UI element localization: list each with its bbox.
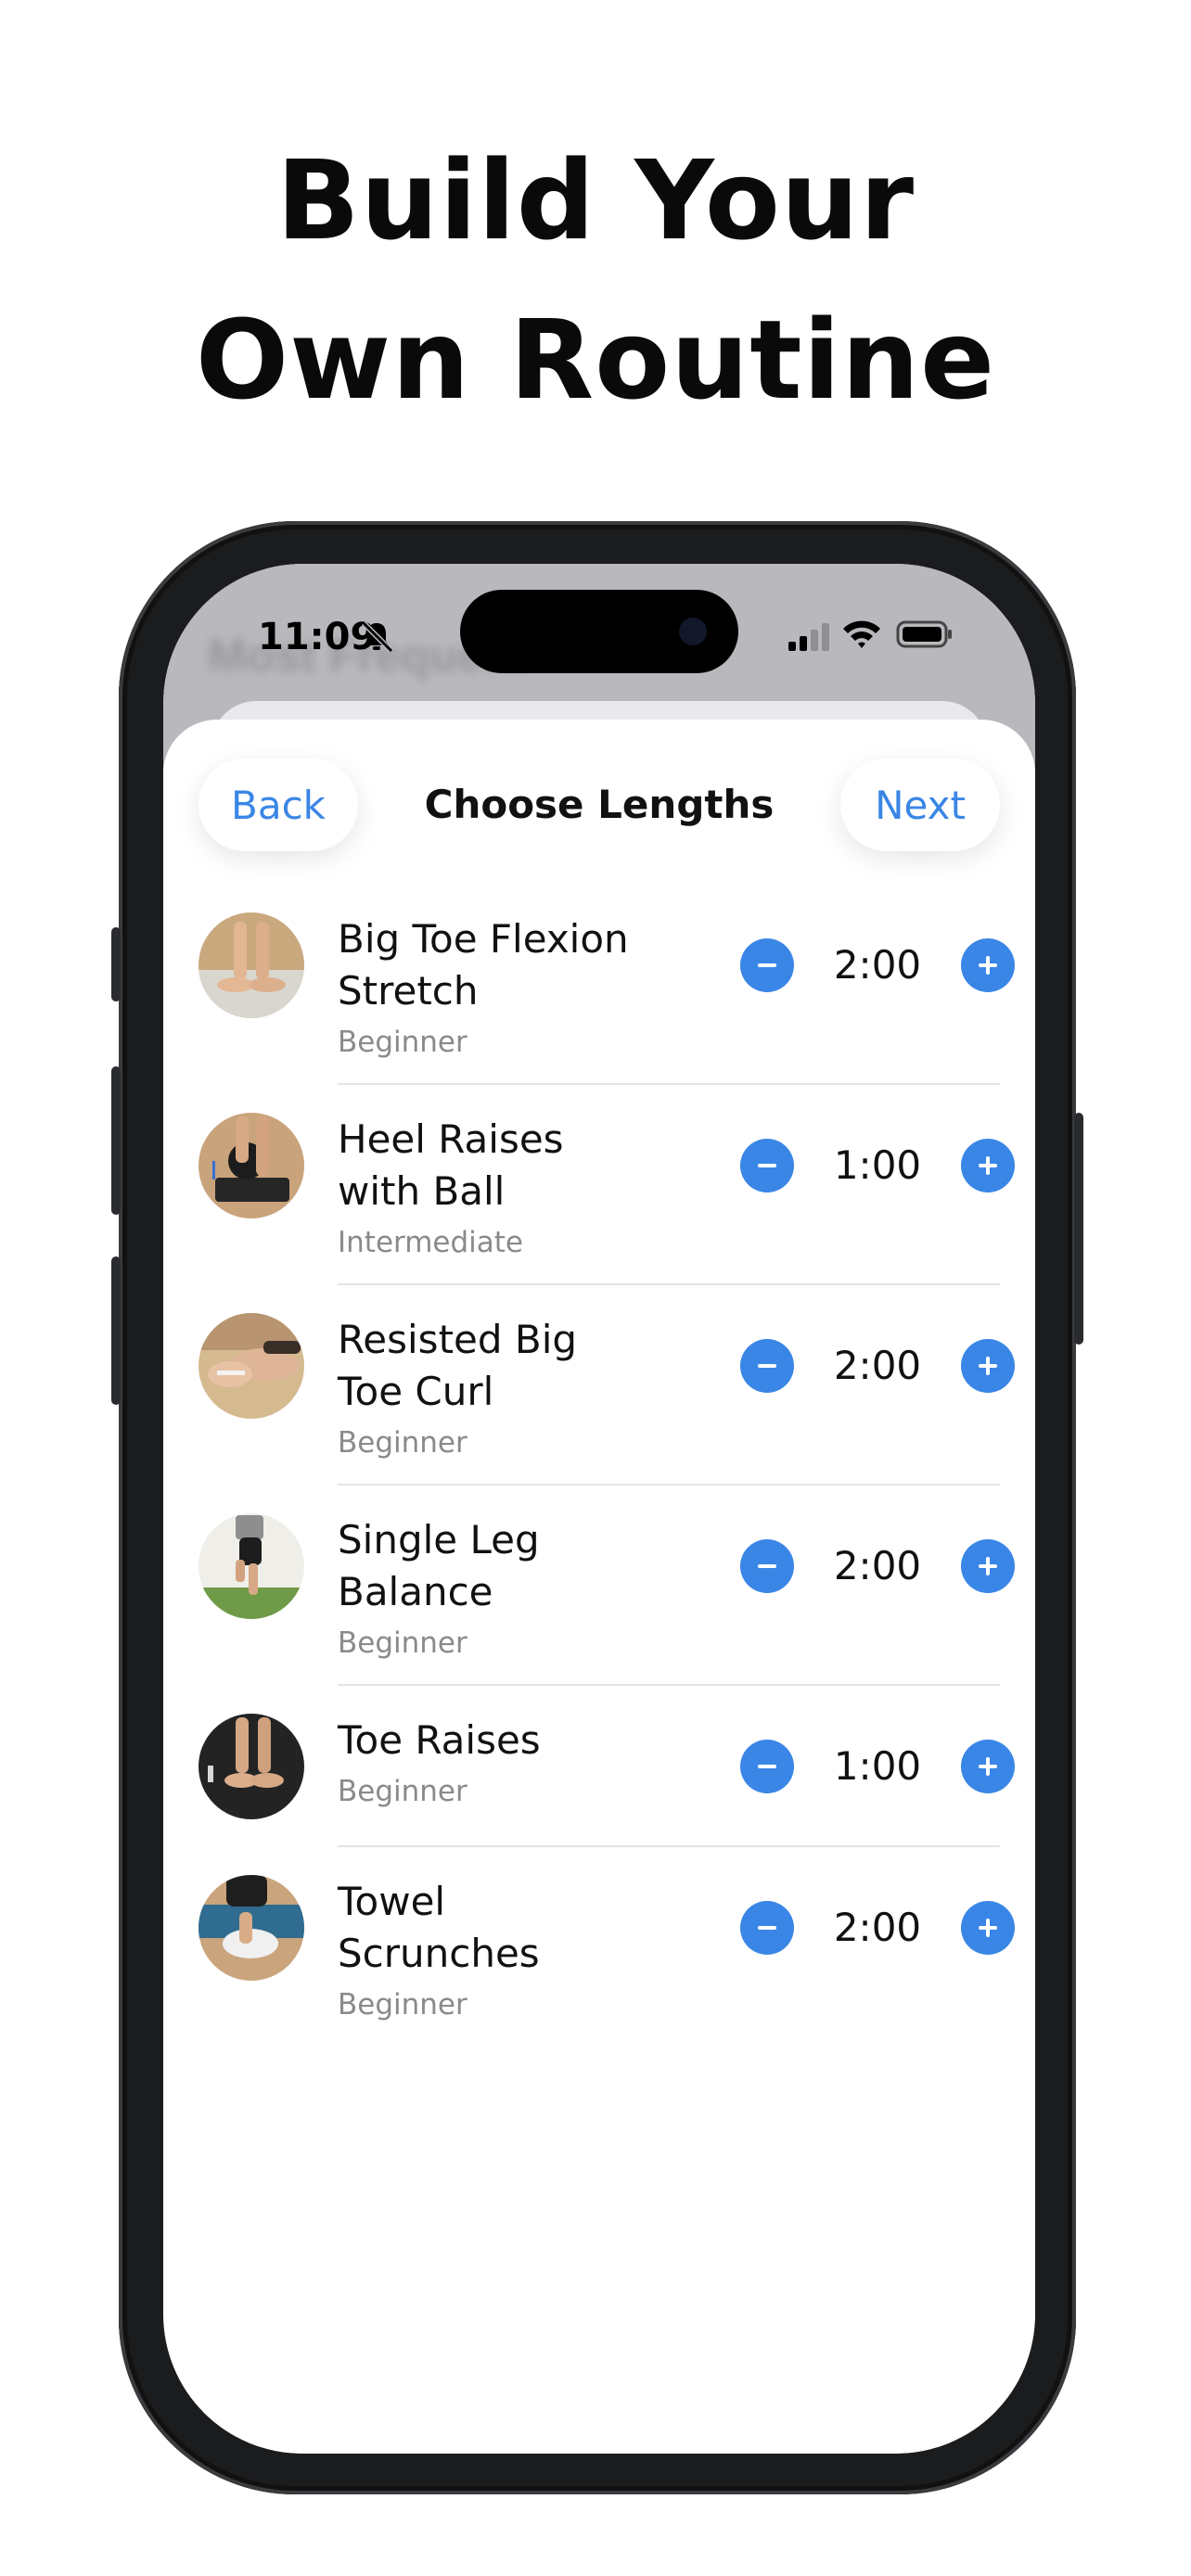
row-divider [338,1845,1000,1847]
exercise-title-line-1: Heel Raises [338,1116,564,1162]
row-divider [338,1684,1000,1686]
exercise-title-line-1: Toe Raises [338,1717,541,1763]
exercise-thumbnail [198,1714,304,1819]
exercise-title-line-2: Toe Curl [338,1369,494,1414]
plus-icon [979,956,997,975]
exercise-level: Beginner [338,1988,467,2021]
decrease-duration-button[interactable] [740,1901,794,1955]
exercise-level: Beginner [338,1426,467,1460]
headline-line-2: Own Routine [195,296,996,424]
increase-duration-button[interactable] [961,1901,1015,1955]
increase-duration-button[interactable] [961,1740,1015,1793]
decrease-duration-button[interactable] [740,938,794,992]
increase-duration-button[interactable] [961,1139,1015,1192]
minus-icon [758,1364,776,1368]
headline-line-1: Build Your [275,136,916,264]
decrease-duration-button[interactable] [740,1139,794,1192]
exercise-title-line-1: Big Toe Flexion [338,916,629,962]
minus-icon [758,1564,776,1568]
row-divider [338,1283,1000,1285]
increase-duration-button[interactable] [961,1539,1015,1593]
minus-icon [758,963,776,967]
exercise-thumbnail [198,1513,304,1619]
volume-up-button [111,1066,121,1215]
exercise-title-line-2: Balance [338,1569,493,1614]
choose-lengths-sheet: Choose Lengths Back Next Big Toe Flexion… [163,720,1035,2454]
exercise-duration: 2:00 [833,1343,922,1388]
next-button[interactable]: Next [840,759,1000,851]
cellular-signal-icon [788,623,829,651]
exercise-thumbnail [198,1875,304,1981]
decrease-duration-button[interactable] [740,1339,794,1393]
action-button [111,927,121,1001]
exercise-title-line-1: Towel [338,1879,446,1924]
exercise-level: Beginner [338,1626,467,1660]
exercise-title-line-2: Scrunches [338,1931,540,1976]
power-button [1074,1113,1083,1345]
dynamic-island [460,590,738,673]
plus-icon [979,1156,997,1175]
exercise-duration: 1:00 [833,1743,922,1789]
wifi-icon [843,620,880,648]
exercise-thumbnail [198,1313,304,1419]
exercise-level: Beginner [338,1775,467,1808]
row-divider [338,1484,1000,1486]
decrease-duration-button[interactable] [740,1740,794,1793]
row-divider [338,1083,1000,1085]
exercise-title-line-1: Resisted Big [338,1317,578,1362]
plus-icon [979,1919,997,1937]
exercise-duration: 2:00 [833,1905,922,1950]
battery-icon [896,620,952,648]
exercise-title-line-2: Stretch [338,968,479,1014]
promo-headline: Build Your Own Routine [0,121,1191,440]
exercise-title-line-2: with Ball [338,1168,506,1214]
increase-duration-button[interactable] [961,938,1015,992]
plus-icon [979,1757,997,1776]
exercise-duration: 2:00 [833,942,922,988]
phone-screen: Most Frequent 11:09 Choose Lengths Back … [163,564,1035,2454]
exercise-duration: 1:00 [833,1142,922,1188]
increase-duration-button[interactable] [961,1339,1015,1393]
minus-icon [758,1765,776,1768]
back-button[interactable]: Back [198,759,358,851]
exercise-duration: 2:00 [833,1543,922,1588]
decrease-duration-button[interactable] [740,1539,794,1593]
plus-icon [979,1557,997,1575]
camera-icon [679,618,707,645]
minus-icon [758,1926,776,1930]
exercise-title-line-1: Single Leg [338,1517,540,1562]
plus-icon [979,1357,997,1375]
status-bar: 11:09 [163,564,1035,675]
minus-icon [758,1164,776,1167]
exercise-thumbnail [198,1113,304,1218]
exercise-level: Beginner [338,1026,467,1059]
bell-slash-icon [361,620,394,654]
volume-down-button [111,1256,121,1405]
exercise-level: Intermediate [338,1226,524,1259]
exercise-thumbnail [198,912,304,1018]
